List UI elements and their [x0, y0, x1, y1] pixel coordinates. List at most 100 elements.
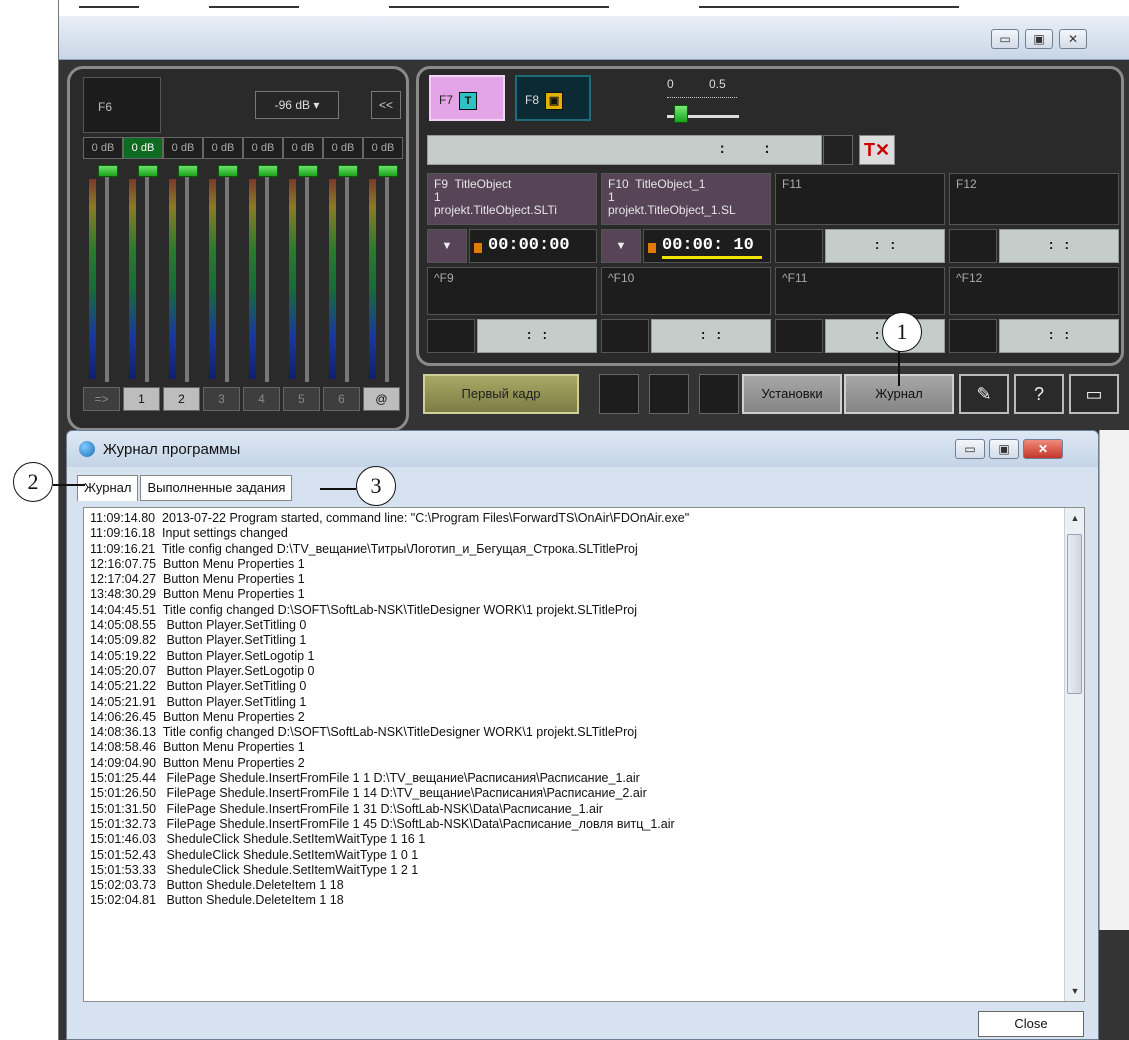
dropdown-icon[interactable]: ▼ [427, 229, 467, 263]
callout-2: 2 [13, 462, 53, 502]
empty-slot-button[interactable] [699, 374, 739, 414]
shift-title-slot[interactable]: ^F10 [601, 267, 771, 315]
fader-knob[interactable] [298, 165, 318, 177]
empty-slot-button[interactable] [649, 374, 689, 414]
opacity-slider-thumb[interactable] [674, 105, 688, 123]
title-slot[interactable]: F10 TitleObject_1 1 projekt.TitleObject_… [601, 173, 771, 225]
folder-icon[interactable]: ▭ [1069, 374, 1119, 414]
fader-knob[interactable] [378, 165, 398, 177]
log-scrollbar[interactable]: ▲ ▼ [1064, 508, 1084, 1001]
slot-dark-cell[interactable] [775, 229, 823, 263]
fader-knob[interactable] [258, 165, 278, 177]
close-window-button[interactable]: ✕ [1059, 29, 1087, 49]
title-slot[interactable]: F11 [775, 173, 945, 225]
slot-dark-cell[interactable] [775, 319, 823, 353]
help-icon[interactable]: ? [1014, 374, 1064, 414]
fader-knob[interactable] [178, 165, 198, 177]
timeline-slot[interactable] [823, 135, 853, 165]
log-line: 14:08:58.46 Button Menu Properties 1 [90, 740, 305, 755]
gain-value[interactable]: 0 dB [363, 137, 403, 159]
title-slot[interactable]: F12 [949, 173, 1119, 225]
log-line: 11:09:16.18 Input settings changed [90, 526, 288, 541]
level-meter-bar [129, 179, 136, 379]
slot-dark-cell[interactable] [949, 319, 997, 353]
scroll-down-icon[interactable]: ▼ [1065, 981, 1084, 1001]
timeline-bar: : : [427, 135, 822, 165]
tab-completed-tasks[interactable]: Выполненные задания [140, 475, 293, 501]
f8-logo-button[interactable]: F8 ▣ [515, 75, 591, 121]
gain-value[interactable]: 0 dB [323, 137, 363, 159]
shift-title-slot[interactable]: ^F11 [775, 267, 945, 315]
log-list[interactable]: 11:09:14.80 2013-07-22 Program started, … [83, 507, 1085, 1002]
callout-leader [320, 488, 356, 490]
clear-title-icon[interactable]: T✕ [859, 135, 895, 165]
channel-button[interactable]: 5 [283, 387, 320, 411]
fader-knob[interactable] [138, 165, 158, 177]
gain-value[interactable]: 0 dB [123, 137, 163, 159]
slot-dark-cell[interactable] [427, 319, 475, 353]
close-button[interactable]: Close [978, 1011, 1084, 1037]
screenshot: ▭ ▣ ✕ F6 -96 dB ▾ << 0 dB 0 dB 0 dB 0 dB 0 d… [0, 0, 1129, 1040]
shift-title-slot[interactable]: ^F12 [949, 267, 1119, 315]
fader-track[interactable] [145, 177, 149, 382]
slot-timecode: : : [825, 229, 945, 263]
log-line: 15:01:31.50 FilePage Shedule.InsertFromF… [90, 801, 603, 816]
db-level-select[interactable]: -96 dB ▾ [255, 91, 339, 119]
scroll-thumb[interactable] [1067, 534, 1082, 694]
dropdown-icon[interactable]: ▼ [601, 229, 641, 263]
title-slot[interactable]: F9 TitleObject 1 projekt.TitleObject.SLT… [427, 173, 597, 225]
empty-slot-button[interactable] [599, 374, 639, 414]
gain-value[interactable]: 0 dB [203, 137, 243, 159]
log-lines: 11:09:14.80 2013-07-22 Program started, … [90, 511, 1050, 909]
gain-value[interactable]: 0 dB [83, 137, 123, 159]
gain-value[interactable]: 0 dB [243, 137, 283, 159]
log-line: 14:05:21.22 Button Player.SetTitling 0 [90, 679, 307, 694]
log-line: 15:01:52.43 SheduleClick Shedule.SetItem… [90, 847, 419, 862]
scroll-up-icon[interactable]: ▲ [1065, 508, 1084, 528]
slot-timecode-row: ▼ 00:00: 10 [601, 229, 771, 263]
fader-track[interactable] [105, 177, 109, 382]
channel-button[interactable]: 2 [163, 387, 200, 411]
fader-knob[interactable] [338, 165, 358, 177]
channel-button[interactable]: => [83, 387, 120, 411]
fader-track[interactable] [305, 177, 309, 382]
channel-button[interactable]: 6 [323, 387, 360, 411]
channel-button[interactable]: 4 [243, 387, 280, 411]
fader-track[interactable] [265, 177, 269, 382]
collapse-mixer-button[interactable]: << [371, 91, 401, 119]
settings-button[interactable]: Установки [742, 374, 842, 414]
fader-track[interactable] [185, 177, 189, 382]
log-line: 14:06:26.45 Button Menu Properties 2 [90, 709, 305, 724]
slot-dark-cell[interactable] [601, 319, 649, 353]
dialog-title: Журнал программы [103, 441, 241, 458]
f6-preset-button[interactable]: F6 [83, 77, 161, 133]
fader-track[interactable] [345, 177, 349, 382]
log-line: 15:01:32.73 FilePage Shedule.InsertFromF… [90, 816, 675, 831]
strip-mark [389, 6, 609, 8]
gain-value[interactable]: 0 dB [163, 137, 203, 159]
slot-dark-cell[interactable] [949, 229, 997, 263]
slot-timecode: 00:00: 10 [643, 229, 771, 263]
shift-title-slot[interactable]: ^F9 [427, 267, 597, 315]
log-line: 14:05:19.22 Button Player.SetLogotip 1 [90, 648, 315, 663]
fader-knob[interactable] [98, 165, 118, 177]
fader-knob[interactable] [218, 165, 238, 177]
fader-track[interactable] [385, 177, 389, 382]
channel-button[interactable]: @ [363, 387, 400, 411]
gain-value[interactable]: 0 dB [283, 137, 323, 159]
channel-buttons: => 1 2 3 4 5 6 @ [83, 387, 403, 413]
tab-journal[interactable]: Журнал [77, 475, 139, 501]
channel-button[interactable]: 3 [203, 387, 240, 411]
channel-button[interactable]: 1 [123, 387, 160, 411]
f7-title-button[interactable]: F7 T [429, 75, 505, 121]
minimize-button[interactable]: ▭ [991, 29, 1019, 49]
fader-track[interactable] [225, 177, 229, 382]
first-frame-button[interactable]: Первый кадр [423, 374, 579, 414]
maximize-button[interactable]: ▣ [1025, 29, 1053, 49]
dialog-titlebar: Журнал программы ▭ ▣ ✕ [67, 431, 1098, 467]
pen-icon[interactable]: ✎ [959, 374, 1009, 414]
slot-timecode: 00:00:00 [469, 229, 597, 263]
dialog-close-icon[interactable]: ✕ [1023, 439, 1063, 459]
dialog-maximize-button[interactable]: ▣ [989, 439, 1019, 459]
dialog-minimize-button[interactable]: ▭ [955, 439, 985, 459]
